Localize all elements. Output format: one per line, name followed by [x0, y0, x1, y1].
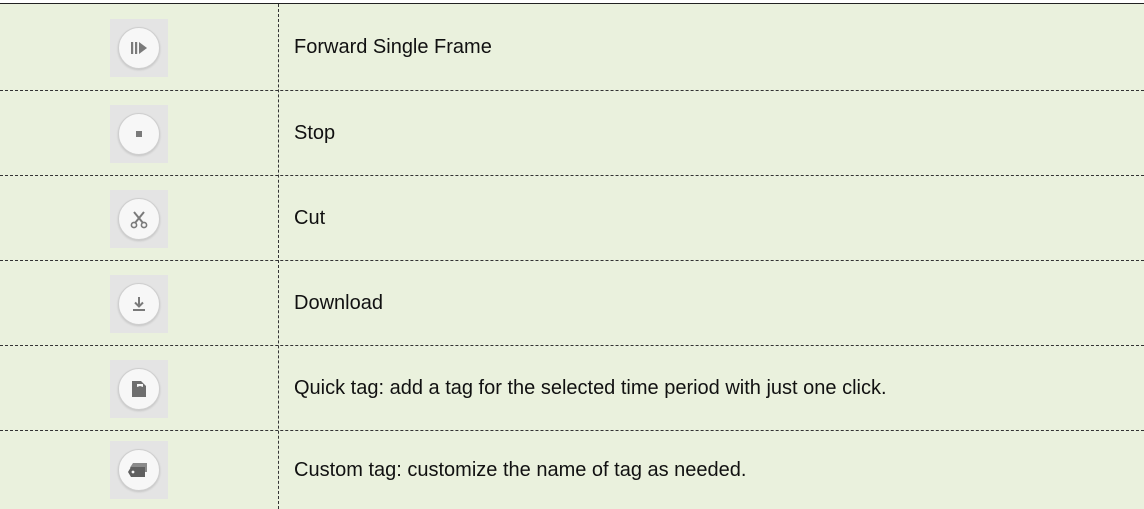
- row-description: Download: [294, 292, 383, 314]
- icon-tile: [110, 104, 168, 163]
- icon-tile: [110, 359, 168, 418]
- row-divider: [0, 430, 1144, 431]
- icon-tile: [110, 441, 168, 499]
- table-row: Download: [0, 261, 1144, 346]
- table-row: Custom tag: customize the name of tag as…: [0, 431, 1144, 509]
- row-divider: [0, 175, 1144, 176]
- table-row: Stop: [0, 91, 1144, 176]
- table-row: Cut: [0, 176, 1144, 261]
- row-description: Custom tag: customize the name of tag as…: [294, 458, 747, 481]
- forward-single-frame-icon: [118, 26, 160, 69]
- download-icon: [118, 282, 160, 325]
- icon-tile: [110, 274, 168, 333]
- custom-tag-icon: [118, 449, 160, 491]
- stop-icon: [118, 112, 160, 155]
- row-divider: [0, 90, 1144, 91]
- row-description: Quick tag: add a tag for the selected ti…: [294, 377, 887, 399]
- icon-cell: [0, 346, 278, 431]
- cut-icon: [118, 197, 160, 240]
- row-divider: [0, 345, 1144, 346]
- icon-cell: [0, 261, 278, 346]
- row-description: Forward Single Frame: [294, 36, 492, 58]
- icon-cell: [0, 91, 278, 176]
- column-divider: [278, 4, 279, 509]
- icon-cell: [0, 431, 278, 509]
- quick-tag-icon: [118, 367, 160, 410]
- table-row: Forward Single Frame: [0, 4, 1144, 91]
- icon-tile: [110, 189, 168, 248]
- icon-tile: [110, 18, 168, 77]
- row-description: Stop: [294, 122, 336, 144]
- row-description: Cut: [294, 207, 326, 229]
- icon-cell: [0, 176, 278, 261]
- icon-cell: [0, 4, 278, 91]
- table-row: Quick tag: add a tag for the selected ti…: [0, 346, 1144, 431]
- icon-description-table: Forward Single Frame Stop Cut Download Q…: [0, 0, 1144, 509]
- row-divider: [0, 260, 1144, 261]
